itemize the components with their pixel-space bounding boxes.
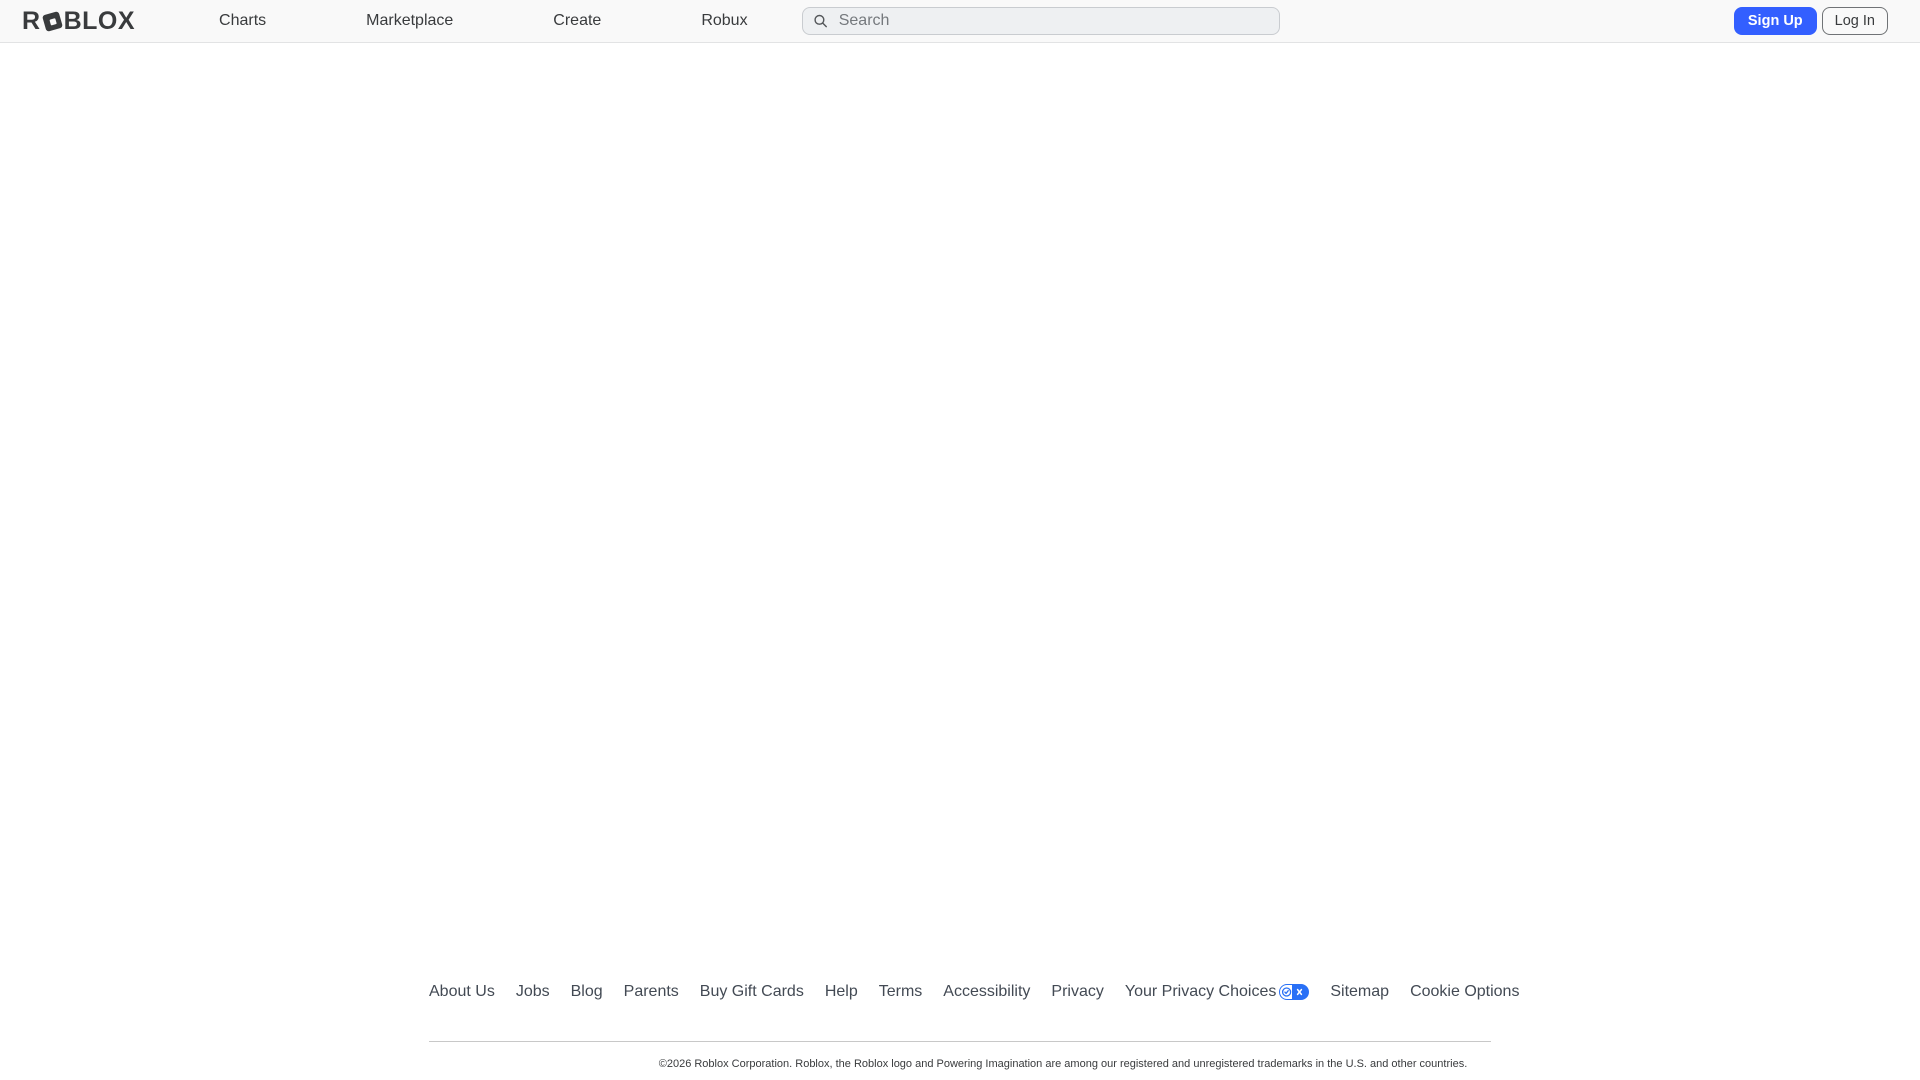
footer: About Us Jobs Blog Parents Buy Gift Cards Hel… [0, 982, 1920, 1080]
roblox-logo[interactable]: R BLOX [22, 7, 135, 36]
search-input[interactable] [837, 11, 1269, 31]
footer-link-parents[interactable]: Parents [624, 982, 679, 1001]
primary-nav: Charts Marketplace Create Robux [219, 12, 748, 30]
footer-links-row: About Us Jobs Blog Parents Buy Gift Cards Hel… [429, 982, 1491, 1001]
log-in-button[interactable]: Log In [1822, 7, 1888, 35]
search-bar[interactable] [802, 7, 1280, 35]
sign-up-button[interactable]: Sign Up [1734, 7, 1817, 35]
auth-buttons: Sign Up Log In [1734, 7, 1888, 35]
search-icon [813, 13, 828, 29]
footer-link-your-privacy-choices[interactable]: Your Privacy Choices [1125, 982, 1309, 1001]
logo-text-right: BLOX [64, 7, 135, 36]
footer-divider [429, 1041, 1491, 1042]
footer-link-help[interactable]: Help [825, 982, 858, 1001]
roblox-square-hole [48, 17, 55, 24]
footer-link-jobs[interactable]: Jobs [516, 982, 550, 1001]
copyright-text: ©2026 Roblox Corporation. Roblox, the Ro… [532, 1058, 1594, 1070]
footer-link-about-us[interactable]: About Us [429, 982, 495, 1001]
footer-link-terms[interactable]: Terms [879, 982, 923, 1001]
main-content [0, 43, 1920, 982]
footer-link-cookie-options[interactable]: Cookie Options [1410, 982, 1519, 1001]
footer-link-blog[interactable]: Blog [571, 982, 603, 1001]
nav-link-marketplace[interactable]: Marketplace [366, 12, 453, 30]
logo-text-left: R [22, 7, 41, 36]
footer-link-sitemap[interactable]: Sitemap [1330, 982, 1389, 1001]
nav-link-create[interactable]: Create [553, 12, 601, 30]
footer-link-privacy[interactable]: Privacy [1051, 982, 1103, 1001]
footer-link-accessibility[interactable]: Accessibility [943, 982, 1030, 1001]
footer-link-buy-gift-cards[interactable]: Buy Gift Cards [700, 982, 804, 1001]
nav-link-charts[interactable]: Charts [219, 12, 266, 30]
nav-link-robux[interactable]: Robux [701, 12, 747, 30]
roblox-tilted-square-icon [42, 10, 63, 31]
privacy-choices-opt-out-icon [1279, 984, 1309, 1000]
top-navigation-bar: R BLOX Charts Marketplace Create Robux Sign… [0, 0, 1920, 43]
your-privacy-choices-label: Your Privacy Choices [1125, 982, 1276, 1001]
